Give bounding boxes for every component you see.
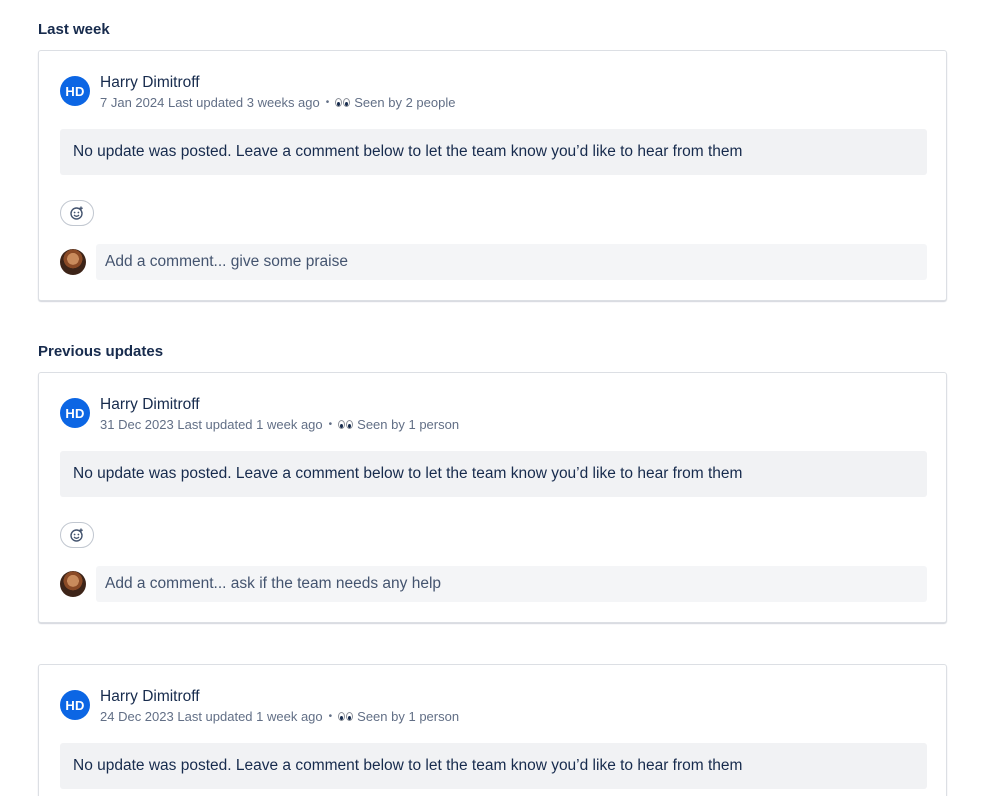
last-updated-text: Last updated 1 week ago bbox=[177, 709, 323, 724]
update-meta: 7 Jan 2024 Last updated 3 weeks ago • Se… bbox=[100, 95, 455, 110]
update-card: HD Harry Dimitroff 7 Jan 2024 Last updat… bbox=[38, 50, 947, 301]
section-heading-previous-updates: Previous updates bbox=[38, 343, 164, 360]
author-name[interactable]: Harry Dimitroff bbox=[100, 74, 200, 92]
meta-separator: • bbox=[328, 711, 333, 722]
add-reaction-button[interactable] bbox=[60, 200, 94, 226]
add-reaction-icon bbox=[70, 528, 83, 542]
author-avatar[interactable]: HD bbox=[60, 690, 90, 720]
add-reaction-icon bbox=[70, 206, 83, 220]
update-meta: 31 Dec 2023 Last updated 1 week ago • Se… bbox=[100, 417, 459, 432]
update-date: 24 Dec 2023 bbox=[100, 709, 174, 724]
author-name[interactable]: Harry Dimitroff bbox=[100, 396, 200, 414]
update-card: HD Harry Dimitroff 31 Dec 2023 Last upda… bbox=[38, 372, 947, 623]
eyes-icon bbox=[338, 420, 354, 429]
last-updated-text: Last updated 3 weeks ago bbox=[167, 95, 320, 110]
seen-by-link[interactable]: Seen by 1 person bbox=[357, 417, 459, 432]
update-date: 7 Jan 2024 bbox=[100, 95, 165, 110]
no-update-notice: No update was posted. Leave a comment be… bbox=[60, 451, 927, 497]
update-meta: 24 Dec 2023 Last updated 1 week ago • Se… bbox=[100, 709, 459, 724]
author-name[interactable]: Harry Dimitroff bbox=[100, 688, 200, 706]
section-heading-last-week: Last week bbox=[38, 21, 110, 38]
meta-separator: • bbox=[328, 419, 333, 430]
update-date: 31 Dec 2023 bbox=[100, 417, 174, 432]
eyes-icon bbox=[335, 98, 351, 107]
no-update-notice: No update was posted. Leave a comment be… bbox=[60, 743, 927, 789]
author-avatar[interactable]: HD bbox=[60, 398, 90, 428]
no-update-notice: No update was posted. Leave a comment be… bbox=[60, 129, 927, 175]
current-user-avatar bbox=[60, 249, 86, 275]
current-user-avatar bbox=[60, 571, 86, 597]
comment-input[interactable]: Add a comment... give some praise bbox=[96, 244, 927, 280]
eyes-icon bbox=[338, 712, 354, 721]
seen-by-link[interactable]: Seen by 2 people bbox=[354, 95, 455, 110]
update-card: HD Harry Dimitroff 24 Dec 2023 Last upda… bbox=[38, 664, 947, 796]
last-updated-text: Last updated 1 week ago bbox=[177, 417, 323, 432]
seen-by-link[interactable]: Seen by 1 person bbox=[357, 709, 459, 724]
meta-separator: • bbox=[325, 97, 330, 108]
author-avatar[interactable]: HD bbox=[60, 76, 90, 106]
add-reaction-button[interactable] bbox=[60, 522, 94, 548]
comment-input[interactable]: Add a comment... ask if the team needs a… bbox=[96, 566, 927, 602]
